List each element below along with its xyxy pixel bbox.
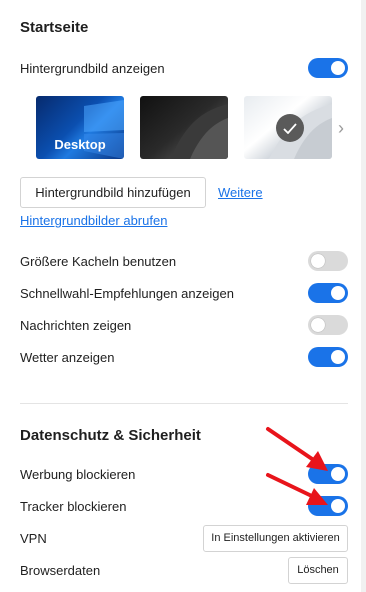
wallpaper-thumbnail-dark[interactable] bbox=[140, 96, 228, 159]
tracker-block-label: Tracker blockieren bbox=[20, 499, 127, 514]
red-arrow-icon bbox=[266, 427, 328, 505]
browser-data-label: Browserdaten bbox=[20, 563, 101, 578]
show-background-label: Hintergrundbild anzeigen bbox=[20, 61, 165, 76]
selected-check-icon bbox=[276, 114, 304, 142]
speed-dial-suggestions-label: Schnellwahl-Empfehlungen anzeigen bbox=[20, 286, 234, 301]
toggle-knob bbox=[331, 286, 345, 300]
toggle-knob bbox=[331, 61, 345, 75]
wallpaper-thumbnail-light[interactable] bbox=[244, 96, 332, 159]
speed-dial-suggestions-toggle[interactable] bbox=[308, 283, 348, 303]
scrollbar[interactable] bbox=[361, 0, 366, 592]
ad-block-label: Werbung blockieren bbox=[20, 467, 136, 482]
vpn-enable-button[interactable]: In Einstellungen aktivieren bbox=[203, 525, 348, 552]
chevron-right-icon[interactable]: › bbox=[338, 118, 344, 139]
news-label: Nachrichten zeigen bbox=[20, 318, 132, 333]
weather-label: Wetter anzeigen bbox=[20, 350, 115, 365]
toggle-knob bbox=[311, 318, 325, 332]
more-link[interactable]: Weitere bbox=[218, 185, 263, 200]
toggle-knob bbox=[311, 254, 325, 268]
wave-graphic bbox=[170, 104, 228, 159]
toggle-knob bbox=[331, 350, 345, 364]
vpn-label: VPN bbox=[20, 531, 47, 546]
weather-toggle[interactable] bbox=[308, 347, 348, 367]
larger-tiles-toggle[interactable] bbox=[308, 251, 348, 271]
add-background-button[interactable]: Hintergrundbild hinzufügen bbox=[20, 177, 206, 208]
wallpaper-label: Desktop bbox=[54, 137, 106, 152]
larger-tiles-label: Größere Kacheln benutzen bbox=[20, 254, 177, 269]
section-divider bbox=[20, 403, 348, 404]
fetch-backgrounds-link[interactable]: Hintergrundbilder abrufen bbox=[20, 213, 167, 228]
clear-browser-data-button[interactable]: Löschen bbox=[288, 557, 348, 584]
section-title-home: Startseite bbox=[20, 19, 89, 36]
show-background-toggle[interactable] bbox=[308, 58, 348, 78]
news-toggle[interactable] bbox=[308, 315, 348, 335]
section-title-privacy: Datenschutz & Sicherheit bbox=[20, 427, 201, 444]
wallpaper-thumbnail-desktop[interactable]: Desktop bbox=[36, 96, 124, 159]
